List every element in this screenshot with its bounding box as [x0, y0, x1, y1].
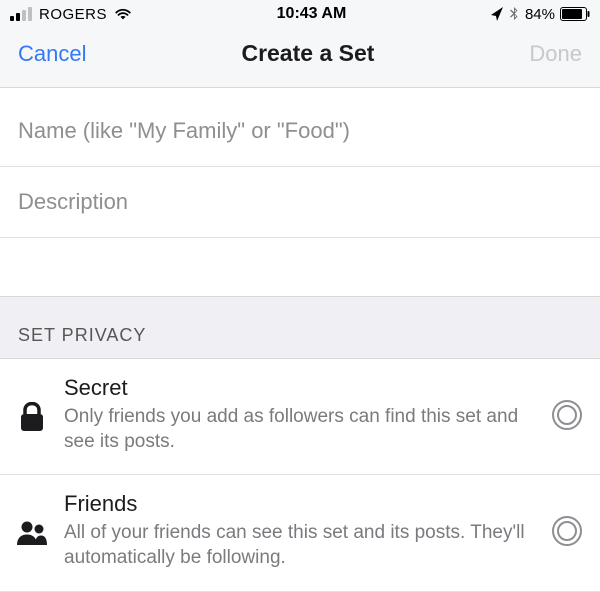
status-left: ROGERS — [10, 6, 132, 23]
privacy-option-secret[interactable]: Secret Only friends you add as followers… — [0, 359, 600, 475]
nav-bar: Cancel Create a Set Done — [0, 28, 600, 88]
lock-icon — [14, 402, 50, 432]
name-input[interactable]: Name (like "My Family" or "Food") — [0, 88, 600, 167]
cancel-button[interactable]: Cancel — [18, 41, 86, 67]
friends-icon — [14, 520, 50, 546]
battery-percent: 84% — [525, 6, 555, 23]
description-placeholder: Description — [18, 189, 128, 214]
status-time: 10:43 AM — [277, 5, 347, 23]
name-placeholder: Name (like "My Family" or "Food") — [18, 118, 350, 143]
bluetooth-icon — [508, 7, 520, 21]
friends-title: Friends — [64, 491, 538, 517]
battery-icon — [560, 7, 590, 21]
carrier-label: ROGERS — [39, 6, 107, 23]
friends-radio[interactable] — [552, 516, 582, 546]
privacy-option-friends[interactable]: Friends All of your friends can see this… — [0, 475, 600, 591]
page-title: Create a Set — [241, 40, 374, 67]
friends-desc: All of your friends can see this set and… — [64, 521, 538, 570]
set-privacy-header: SET PRIVACY — [0, 296, 600, 359]
wifi-icon — [114, 7, 132, 21]
secret-radio[interactable] — [552, 400, 582, 430]
signal-icon — [10, 7, 32, 21]
secret-title: Secret — [64, 375, 538, 401]
status-bar: ROGERS 10:43 AM 84% — [0, 0, 600, 28]
done-button[interactable]: Done — [529, 41, 582, 67]
friends-text: Friends All of your friends can see this… — [64, 491, 538, 570]
location-icon — [491, 7, 503, 21]
secret-text: Secret Only friends you add as followers… — [64, 375, 538, 454]
spacer — [0, 238, 600, 296]
description-input[interactable]: Description — [0, 167, 600, 238]
status-right: 84% — [491, 6, 590, 23]
secret-desc: Only friends you add as followers can fi… — [64, 405, 538, 454]
